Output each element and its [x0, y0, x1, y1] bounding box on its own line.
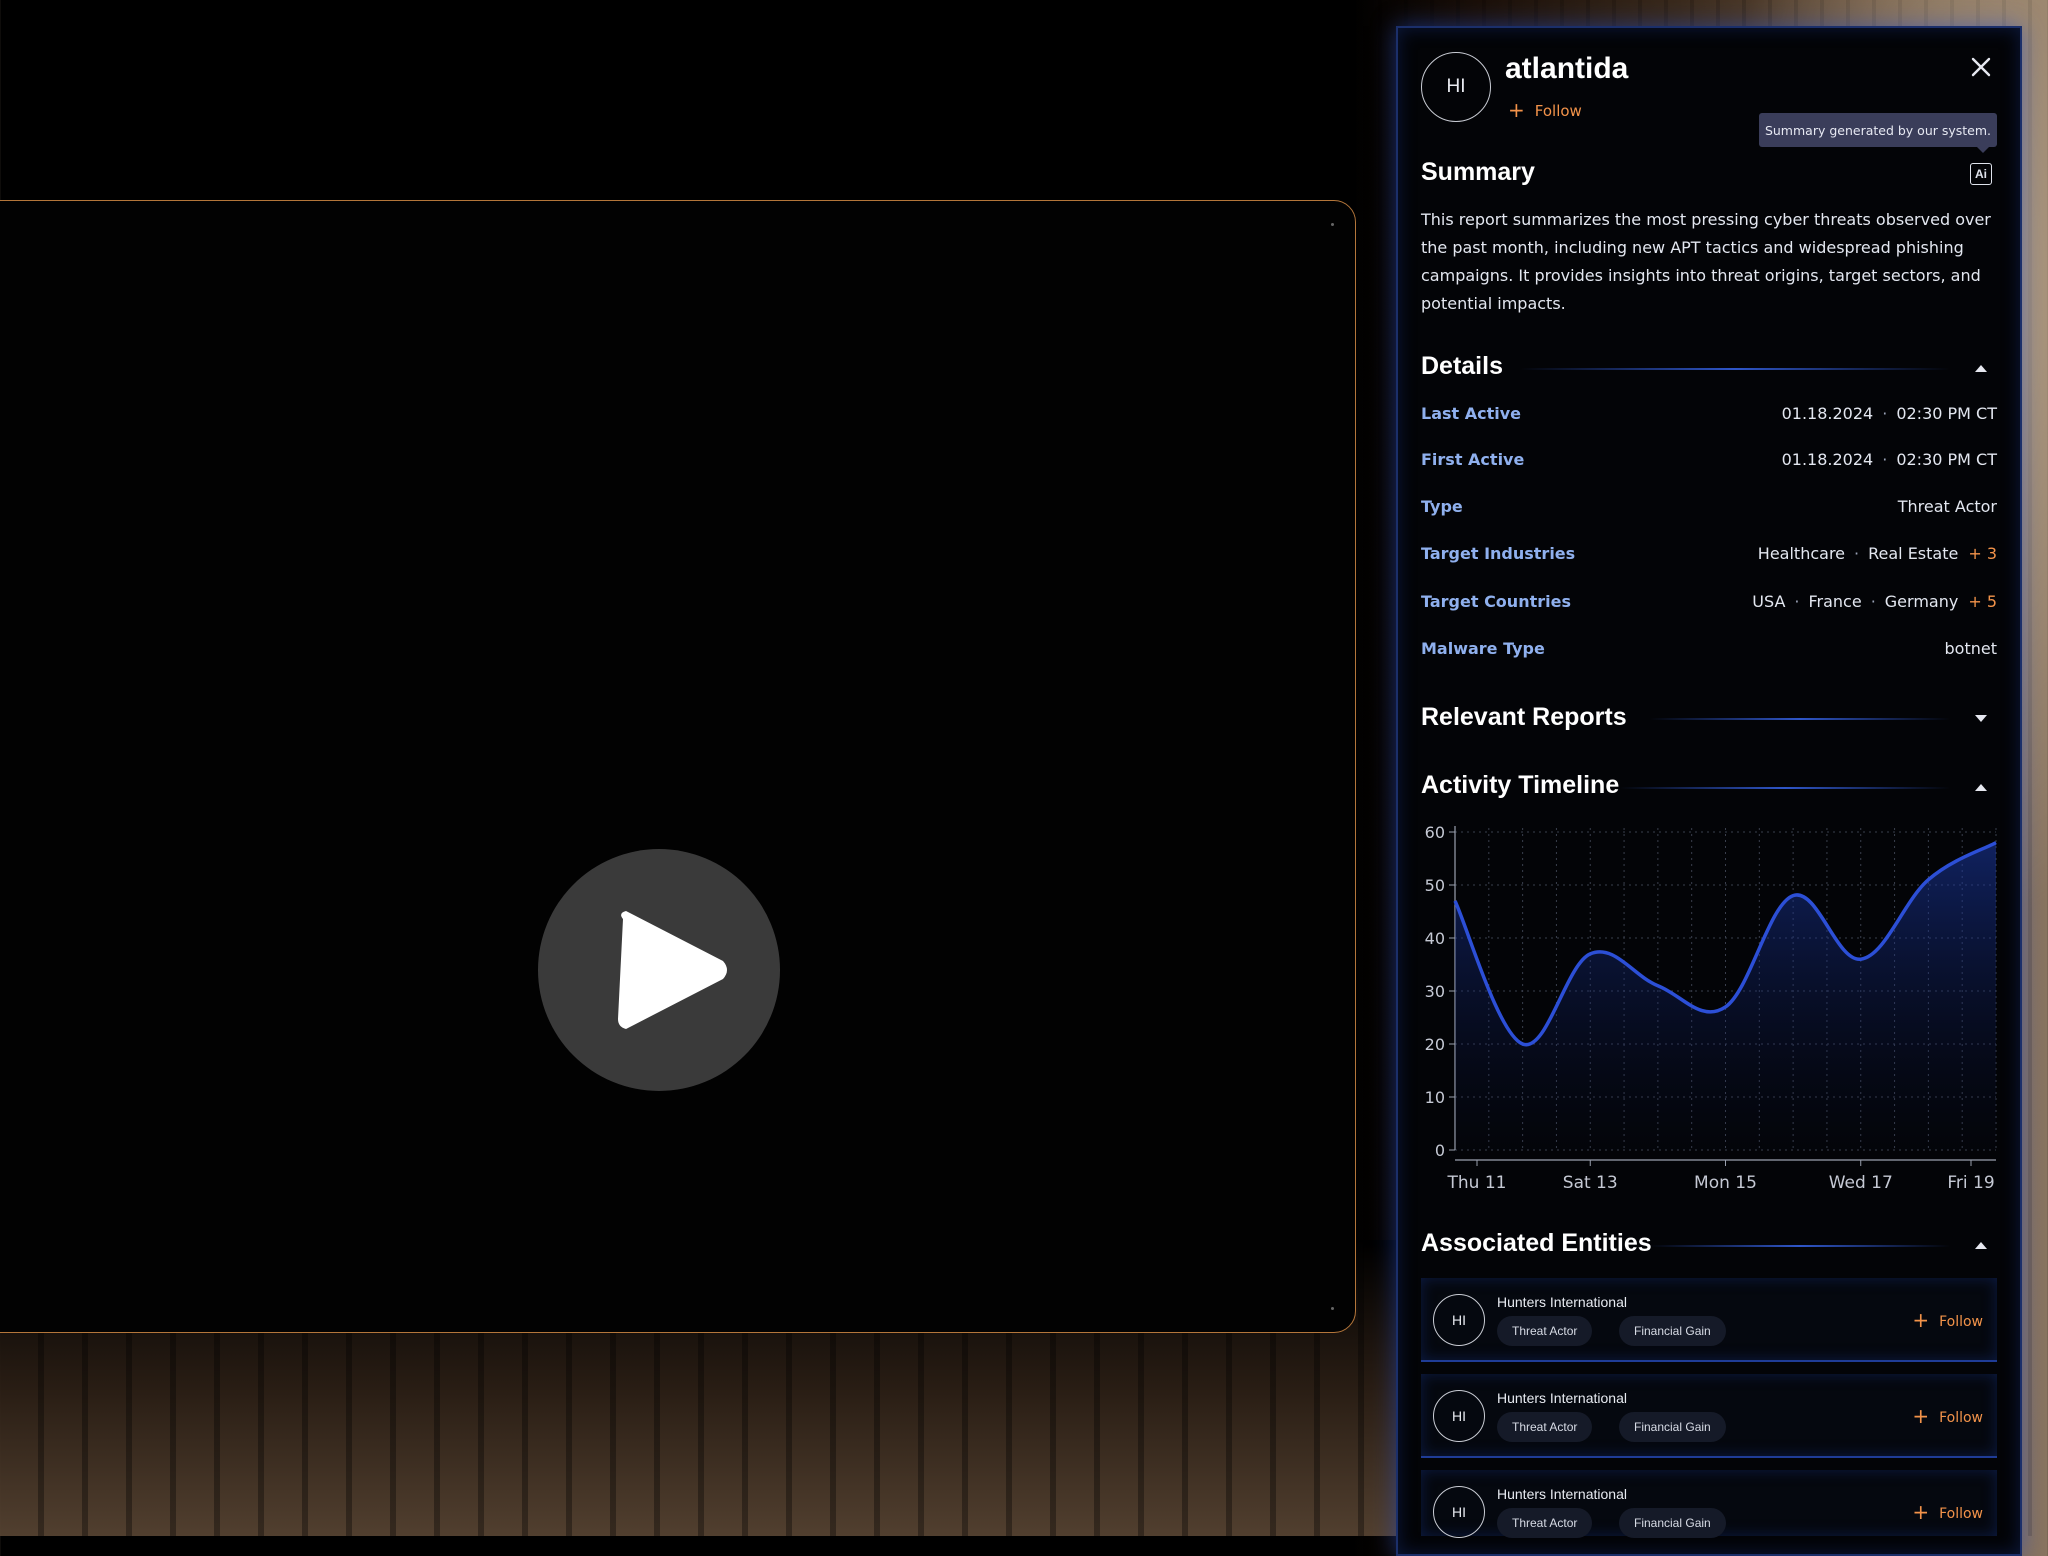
entity-card[interactable]: HI Hunters International Threat Actor Fi… — [1421, 1470, 1997, 1538]
country: USA — [1752, 592, 1786, 611]
tag: Threat Actor — [1497, 1412, 1593, 1442]
x-tick-label: Wed 17 — [1829, 1173, 1893, 1193]
entity-name: Hunters International — [1497, 1486, 1627, 1502]
entity-card[interactable]: HI Hunters International Threat Actor Fi… — [1421, 1278, 1997, 1362]
tag: Threat Actor — [1497, 1508, 1593, 1538]
x-tick-label: Fri 19 — [1947, 1173, 1994, 1193]
y-tick-label: 30 — [1425, 982, 1445, 1001]
summary-heading: Summary — [1421, 158, 1535, 186]
entity-avatar: HI — [1433, 1294, 1485, 1346]
country: Germany — [1884, 592, 1959, 611]
entity-avatar: HI — [1433, 1486, 1485, 1538]
detail-label: Malware Type — [1421, 639, 1545, 658]
detail-label: Type — [1421, 497, 1463, 516]
follow-label: Follow — [1534, 102, 1582, 120]
time: 02:30 PM CT — [1896, 404, 1997, 423]
more-count[interactable]: + 5 — [1968, 592, 1997, 611]
follow-button[interactable]: + Follow — [1508, 98, 1582, 122]
summary-text: This report summarizes the most pressing… — [1421, 210, 1991, 313]
y-tick-label: 40 — [1425, 929, 1445, 948]
divider — [1650, 718, 1950, 720]
y-tick-label: 0 — [1435, 1141, 1445, 1160]
activity-timeline-heading: Activity Timeline — [1421, 771, 1620, 799]
detail-first-active: First Active 01.18.2024 · 02:30 PM CT — [1421, 450, 1997, 476]
page-title: atlantida — [1505, 52, 1629, 85]
industry: Real Estate — [1868, 544, 1959, 563]
entity-follow-button[interactable]: + Follow — [1912, 1308, 1983, 1332]
avatar: HI — [1421, 52, 1491, 122]
time: 02:30 PM CT — [1896, 450, 1997, 469]
tag: Threat Actor — [1497, 1316, 1593, 1346]
play-icon — [618, 911, 727, 1029]
detail-label: Last Active — [1421, 404, 1522, 423]
date: 01.18.2024 — [1781, 404, 1874, 423]
entity-follow-button[interactable]: + Follow — [1912, 1500, 1983, 1524]
detail-target-countries: Target Countries USA · France · Germany + 5 — [1421, 592, 1997, 618]
follow-label: Follow — [1939, 1314, 1983, 1330]
plus-icon: + — [1912, 1308, 1930, 1332]
detail-value: 01.18.2024 · 02:30 PM CT — [1781, 450, 1997, 469]
entity-name: Hunters International — [1497, 1390, 1627, 1406]
plus-icon: + — [1912, 1500, 1930, 1524]
detail-target-industries: Target Industries Healthcare · Real Estate… — [1421, 544, 1997, 570]
detail-label: Target Countries — [1421, 592, 1571, 611]
divider — [1520, 368, 1950, 370]
detail-value: USA · France · Germany + 5 — [1752, 592, 1997, 611]
x-tick-label: Thu 11 — [1447, 1173, 1507, 1193]
detail-last-active: Last Active 01.18.2024 · 02:30 PM CT — [1421, 404, 1997, 430]
date: 01.18.2024 — [1781, 450, 1874, 469]
chevron-up-icon[interactable] — [1975, 365, 1987, 372]
country: France — [1808, 592, 1862, 611]
activity-chart: 0 10 20 30 40 50 60 Thu 11 Sat 13 Mon 15 Wed 17 Fr… — [1425, 823, 1997, 1193]
detail-malware-type: Malware Type botnet — [1421, 639, 1997, 665]
y-tick-label: 50 — [1425, 876, 1445, 895]
relevant-reports-heading[interactable]: Relevant Reports — [1421, 703, 1627, 732]
detail-value: Threat Actor — [1897, 497, 1997, 516]
y-tick-label: 20 — [1425, 1035, 1445, 1054]
entity-card[interactable]: HI Hunters International Threat Actor Fi… — [1421, 1374, 1997, 1458]
y-tick-label: 60 — [1425, 823, 1445, 842]
industry: Healthcare — [1757, 544, 1846, 563]
associated-entities-heading: Associated Entities — [1421, 1229, 1652, 1257]
play-button[interactable] — [538, 849, 780, 1091]
chevron-up-icon[interactable] — [1975, 784, 1987, 791]
details-heading: Details — [1421, 352, 1503, 380]
follow-label: Follow — [1939, 1410, 1983, 1426]
entity-follow-button[interactable]: + Follow — [1912, 1404, 1983, 1428]
video-corner-dot — [1331, 223, 1334, 226]
more-count[interactable]: + 3 — [1968, 544, 1997, 563]
video-corner-dot — [1331, 1307, 1334, 1310]
tag: Financial Gain — [1619, 1508, 1726, 1538]
x-tick-label: Sat 13 — [1563, 1173, 1618, 1193]
plus-icon: + — [1912, 1404, 1930, 1428]
divider — [1620, 787, 1950, 789]
close-icon[interactable] — [1968, 54, 1994, 80]
detail-value: 01.18.2024 · 02:30 PM CT — [1781, 404, 1997, 423]
tag: Financial Gain — [1619, 1316, 1726, 1346]
detail-label: First Active — [1421, 450, 1525, 469]
tag: Financial Gain — [1619, 1412, 1726, 1442]
plus-icon: + — [1508, 98, 1525, 122]
detail-type: Type Threat Actor — [1421, 497, 1997, 523]
chevron-up-icon[interactable] — [1975, 1242, 1987, 1249]
entity-avatar: HI — [1433, 1390, 1485, 1442]
chevron-down-icon[interactable] — [1975, 715, 1987, 722]
detail-value: botnet — [1944, 639, 1997, 658]
y-tick-label: 10 — [1425, 1088, 1445, 1107]
divider — [1650, 1245, 1950, 1247]
x-tick-label: Mon 15 — [1694, 1173, 1757, 1193]
detail-label: Target Industries — [1421, 544, 1576, 563]
ai-icon[interactable]: Ai — [1970, 163, 1992, 185]
video-player[interactable] — [0, 200, 1356, 1333]
follow-label: Follow — [1939, 1506, 1983, 1522]
detail-value: Healthcare · Real Estate + 3 — [1757, 544, 1997, 563]
entity-name: Hunters International — [1497, 1294, 1627, 1310]
ai-summary-tooltip: Summary generated by our system. — [1759, 113, 1997, 153]
